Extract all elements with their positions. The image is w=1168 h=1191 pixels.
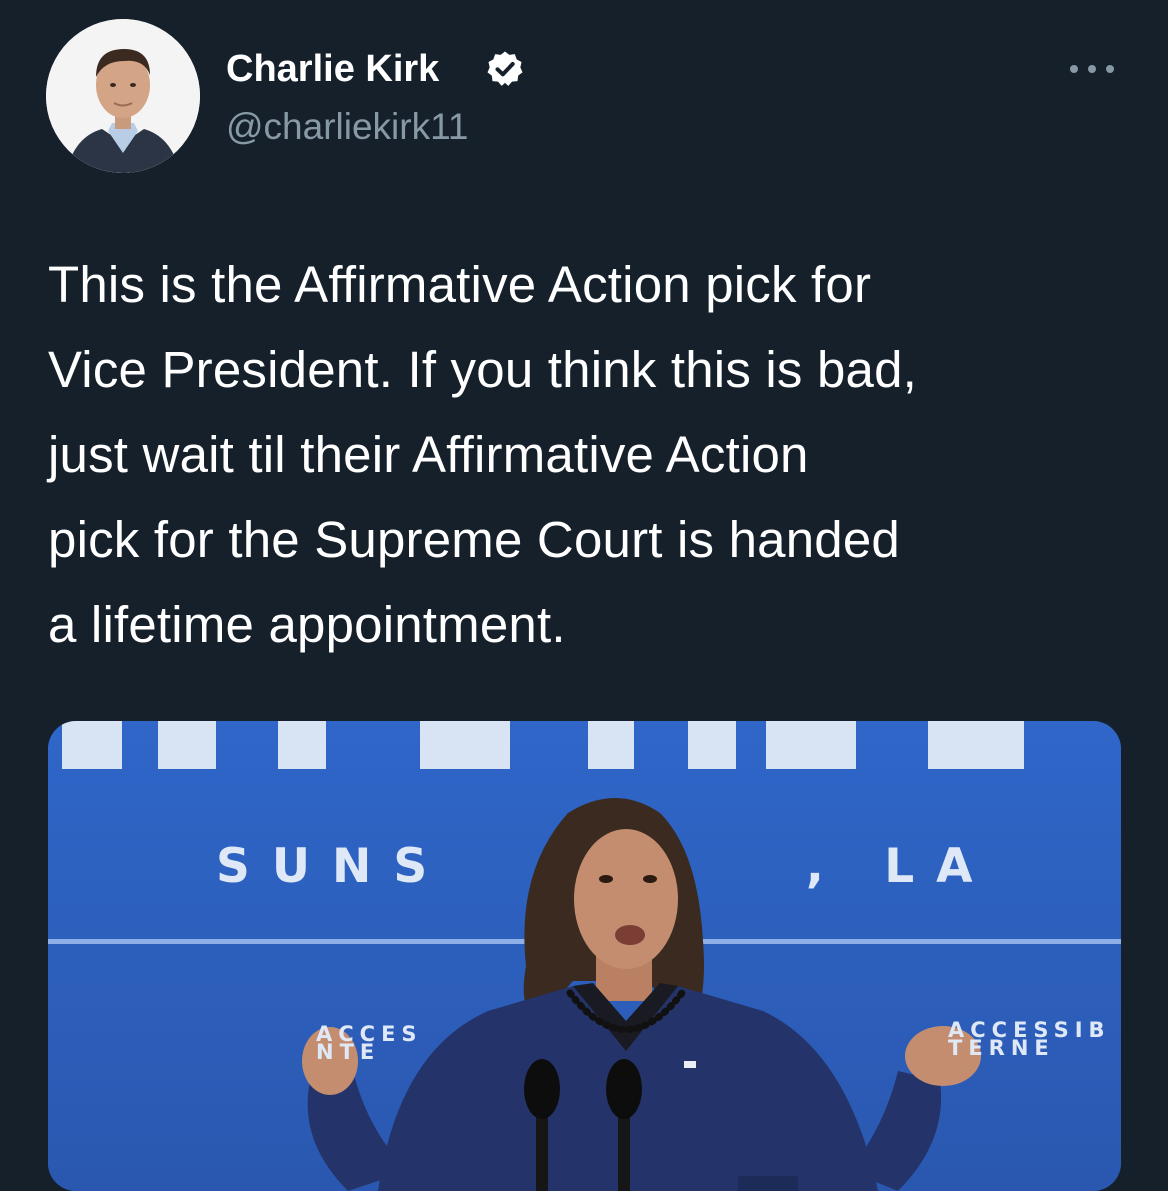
more-dot xyxy=(1088,65,1096,73)
tweet: Charlie Kirk @charliekirk11 This is the … xyxy=(0,0,1168,1191)
more-dot xyxy=(1070,65,1078,73)
sign-small-left: ACCES NTE xyxy=(316,1024,423,1063)
tweet-text-line: just wait til their Affirmative Action xyxy=(48,426,809,483)
sign-small-right: ACCESSIB TERNE xyxy=(948,1020,1111,1059)
verified-badge-icon xyxy=(487,51,523,86)
tweet-text-line: a lifetime appointment. xyxy=(48,596,566,653)
media-photo xyxy=(48,721,1121,1191)
more-options-icon[interactable] xyxy=(1066,56,1118,82)
avatar[interactable] xyxy=(46,19,200,173)
avatar-photo xyxy=(46,19,200,173)
tweet-text: This is the Affirmative Action pick for … xyxy=(48,242,1138,667)
sign-text-right: , LA xyxy=(806,839,995,894)
author-name[interactable]: Charlie Kirk xyxy=(226,46,439,92)
sign-text-left: SUNS xyxy=(216,839,450,894)
tweet-text-line: Vice President. If you think this is bad… xyxy=(48,341,918,398)
tweet-media[interactable]: SUNS , LA ACCES NTE ACCESSIB TERNE xyxy=(48,721,1121,1191)
tweet-text-line: This is the Affirmative Action pick for xyxy=(48,256,872,313)
more-dot xyxy=(1106,65,1114,73)
author-handle[interactable]: @charliekirk11 xyxy=(226,105,469,149)
tweet-text-line: pick for the Supreme Court is handed xyxy=(48,511,900,568)
